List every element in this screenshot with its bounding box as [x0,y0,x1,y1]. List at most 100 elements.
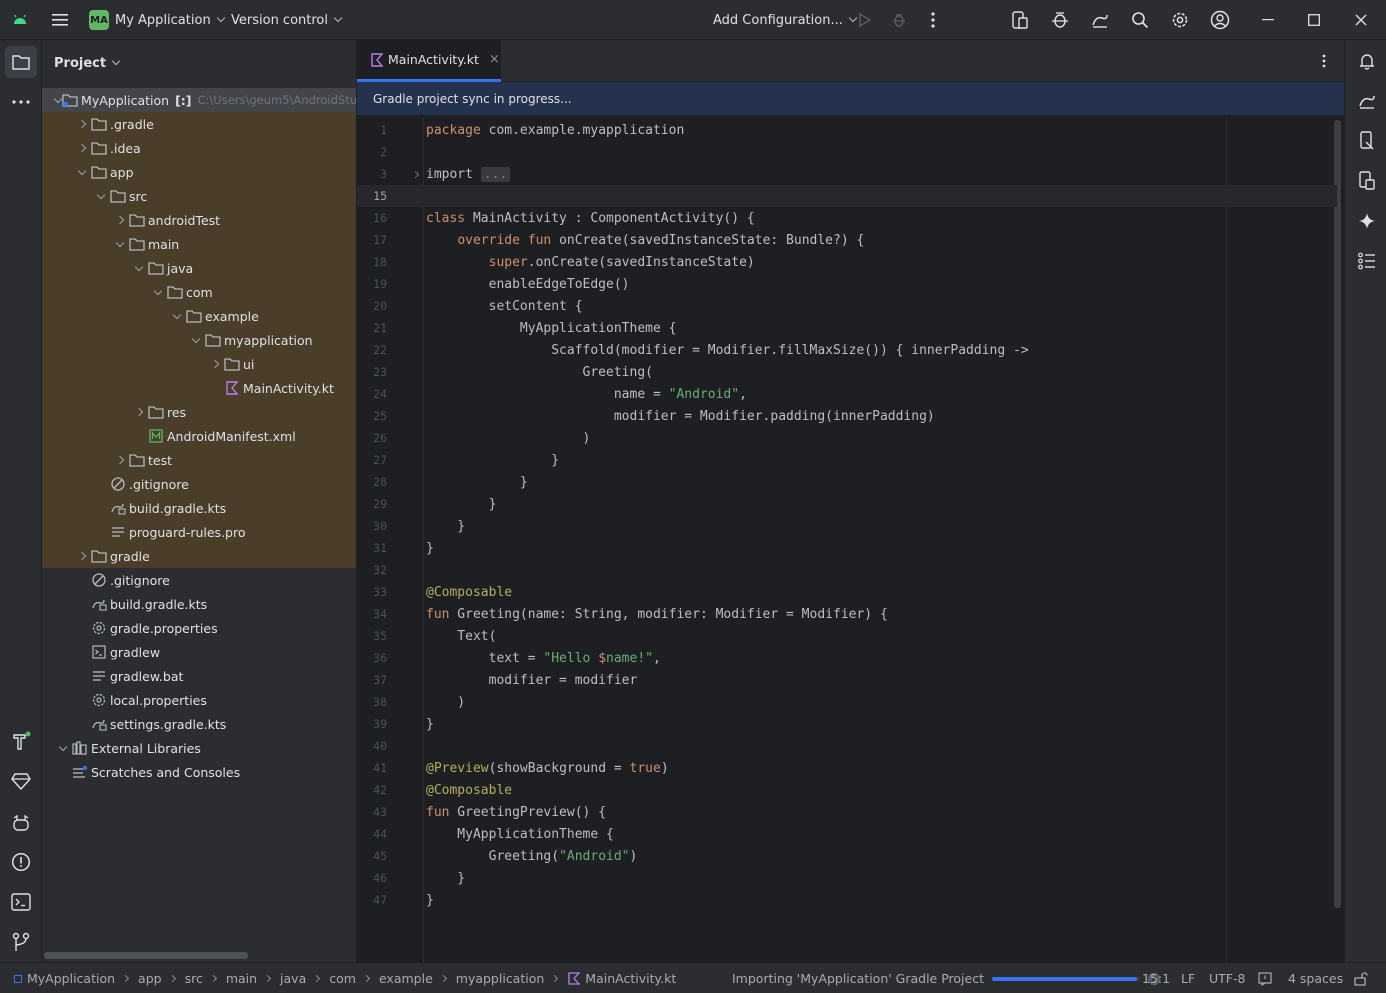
code-line[interactable]: 28 } [357,471,1337,493]
code-line[interactable]: 42 @Composable [357,779,1337,801]
main-menu-icon[interactable] [50,10,70,30]
tree-item[interactable]: com [42,280,356,304]
vcs-menu[interactable]: Version control [231,0,343,40]
device-explorer-icon[interactable] [1356,130,1378,152]
more-actions-icon[interactable] [924,11,942,29]
breadcrumb-item[interactable]: example [379,971,433,986]
expanded-arrow-icon[interactable] [111,238,129,247]
code-line[interactable]: 47} [357,889,1337,911]
tab-mainactivity[interactable]: MainActivity.kt × [357,40,501,82]
code-line[interactable]: 3 import ... [357,163,1337,185]
code-line[interactable]: 15 [357,185,1337,207]
run-icon[interactable] [856,11,874,29]
code-line[interactable]: 19 enableEdgeToEdge() [357,273,1337,295]
code-line[interactable]: 2 [357,141,1337,163]
code-line[interactable]: 18 super.onCreate(savedInstanceState) [357,251,1337,273]
expand-arrow-icon[interactable] [53,94,63,103]
code-line[interactable]: 23 Greeting( [357,361,1337,383]
logcat-icon[interactable] [10,812,32,834]
lock-icon[interactable] [1354,963,1368,993]
breadcrumb-item[interactable]: app [138,971,162,986]
code-line[interactable]: 34 fun Greeting(name: String, modifier: M… [357,603,1337,625]
gemini-diamond-icon[interactable] [10,770,32,792]
code-line[interactable]: 33 @Composable [357,581,1337,603]
line-separator[interactable]: LF [1181,963,1195,993]
settings-gear-icon[interactable] [1170,10,1190,30]
tree-item[interactable]: .idea [42,136,356,160]
gradle-sync-icon[interactable] [1090,10,1110,30]
collapsed-arrow-icon[interactable] [130,407,148,417]
expanded-arrow-icon[interactable] [92,190,110,199]
code-line[interactable]: 29 } [357,493,1337,515]
collapsed-arrow-icon[interactable] [206,359,224,369]
tree-item[interactable]: MainActivity.kt [42,376,356,400]
code-line[interactable]: 25 modifier = Modifier.padding(innerPadd… [357,405,1337,427]
tree-item[interactable]: main [42,232,356,256]
tree-item[interactable]: Scratches and Consoles [42,760,356,784]
expanded-arrow-icon[interactable] [168,310,186,319]
debug-icon[interactable] [890,11,908,29]
tree-item[interactable]: build.gradle.kts [42,496,356,520]
code-line[interactable]: 38 ) [357,691,1337,713]
code-line[interactable]: 37 modifier = modifier [357,669,1337,691]
breadcrumb-item[interactable]: myapplication [456,971,545,986]
code-line[interactable]: 20 setContent { [357,295,1337,317]
code-line[interactable]: 43 fun GreetingPreview() { [357,801,1337,823]
fold-arrow-icon[interactable] [411,170,420,178]
code-line[interactable]: 26 ) [357,427,1337,449]
breadcrumb-item[interactable]: src [185,971,203,986]
editor-tab-options-icon[interactable] [1315,52,1333,70]
breadcrumb-item[interactable]: com [329,971,356,986]
tree-item[interactable]: local.properties [42,688,356,712]
collapsed-arrow-icon[interactable] [73,551,91,561]
expanded-arrow-icon[interactable] [54,742,72,751]
project-tool-icon[interactable] [5,46,37,78]
tree-item[interactable]: app [42,160,356,184]
breadcrumb-item[interactable]: MainActivity.kt [567,971,676,986]
tree-item[interactable]: example [42,304,356,328]
terminal-icon[interactable] [10,891,32,913]
gradle-tool-icon[interactable] [1356,90,1378,112]
code-line[interactable]: 32 [357,559,1337,581]
maximize-icon[interactable] [1304,10,1324,30]
tree-item[interactable]: gradle.properties [42,616,356,640]
project-switcher[interactable]: MA My Application [89,0,225,40]
caret-position[interactable]: 15:1 [1142,963,1170,993]
code-line[interactable]: 40 [357,735,1337,757]
tree-item[interactable]: AndroidManifest.xml [42,424,356,448]
tree-root[interactable]: MyApplication [:] C:\Users\geum5\Android… [42,88,356,112]
tree-item[interactable]: build.gradle.kts [42,592,356,616]
search-icon[interactable] [1130,10,1150,30]
code-line[interactable]: 46 } [357,867,1337,889]
build-icon[interactable] [10,730,32,752]
code-line[interactable]: 17 override fun onCreate(savedInstanceSt… [357,229,1337,251]
notifications-icon[interactable] [1356,50,1378,72]
collapsed-arrow-icon[interactable] [111,455,129,465]
project-view-selector[interactable]: Project [42,40,356,86]
code-line[interactable]: 21 MyApplicationTheme { [357,317,1337,339]
expanded-arrow-icon[interactable] [187,334,205,343]
tree-item[interactable]: res [42,400,356,424]
more-tools-icon[interactable] [11,92,31,112]
collapsed-arrow-icon[interactable] [111,215,129,225]
tab-close-icon[interactable]: × [489,52,500,67]
collapsed-arrow-icon[interactable] [73,143,91,153]
background-task[interactable]: Importing 'MyApplication' Gradle Project [732,963,1161,993]
code-line[interactable]: 24 name = "Android", [357,383,1337,405]
minimize-icon[interactable] [1258,10,1278,30]
breadcrumb-item[interactable]: main [226,971,257,986]
code-line[interactable]: 45 Greeting("Android") [357,845,1337,867]
tree-item[interactable]: External Libraries [42,736,356,760]
tree-item[interactable]: java [42,256,356,280]
gemini-sparkle-icon[interactable] [1356,210,1378,232]
tree-item[interactable]: settings.gradle.kts [42,712,356,736]
structure-list-icon[interactable] [1356,250,1378,272]
collapsed-arrow-icon[interactable] [73,119,91,129]
code-line[interactable]: 35 Text( [357,625,1337,647]
tree-item[interactable]: .gradle [42,112,356,136]
code-line[interactable]: 1 package com.example.myapplication [357,119,1337,141]
tree-item[interactable]: gradlew.bat [42,664,356,688]
tree-item[interactable]: gradlew [42,640,356,664]
code-line[interactable]: 36 text = "Hello $name!", [357,647,1337,669]
problems-icon[interactable] [10,851,32,873]
